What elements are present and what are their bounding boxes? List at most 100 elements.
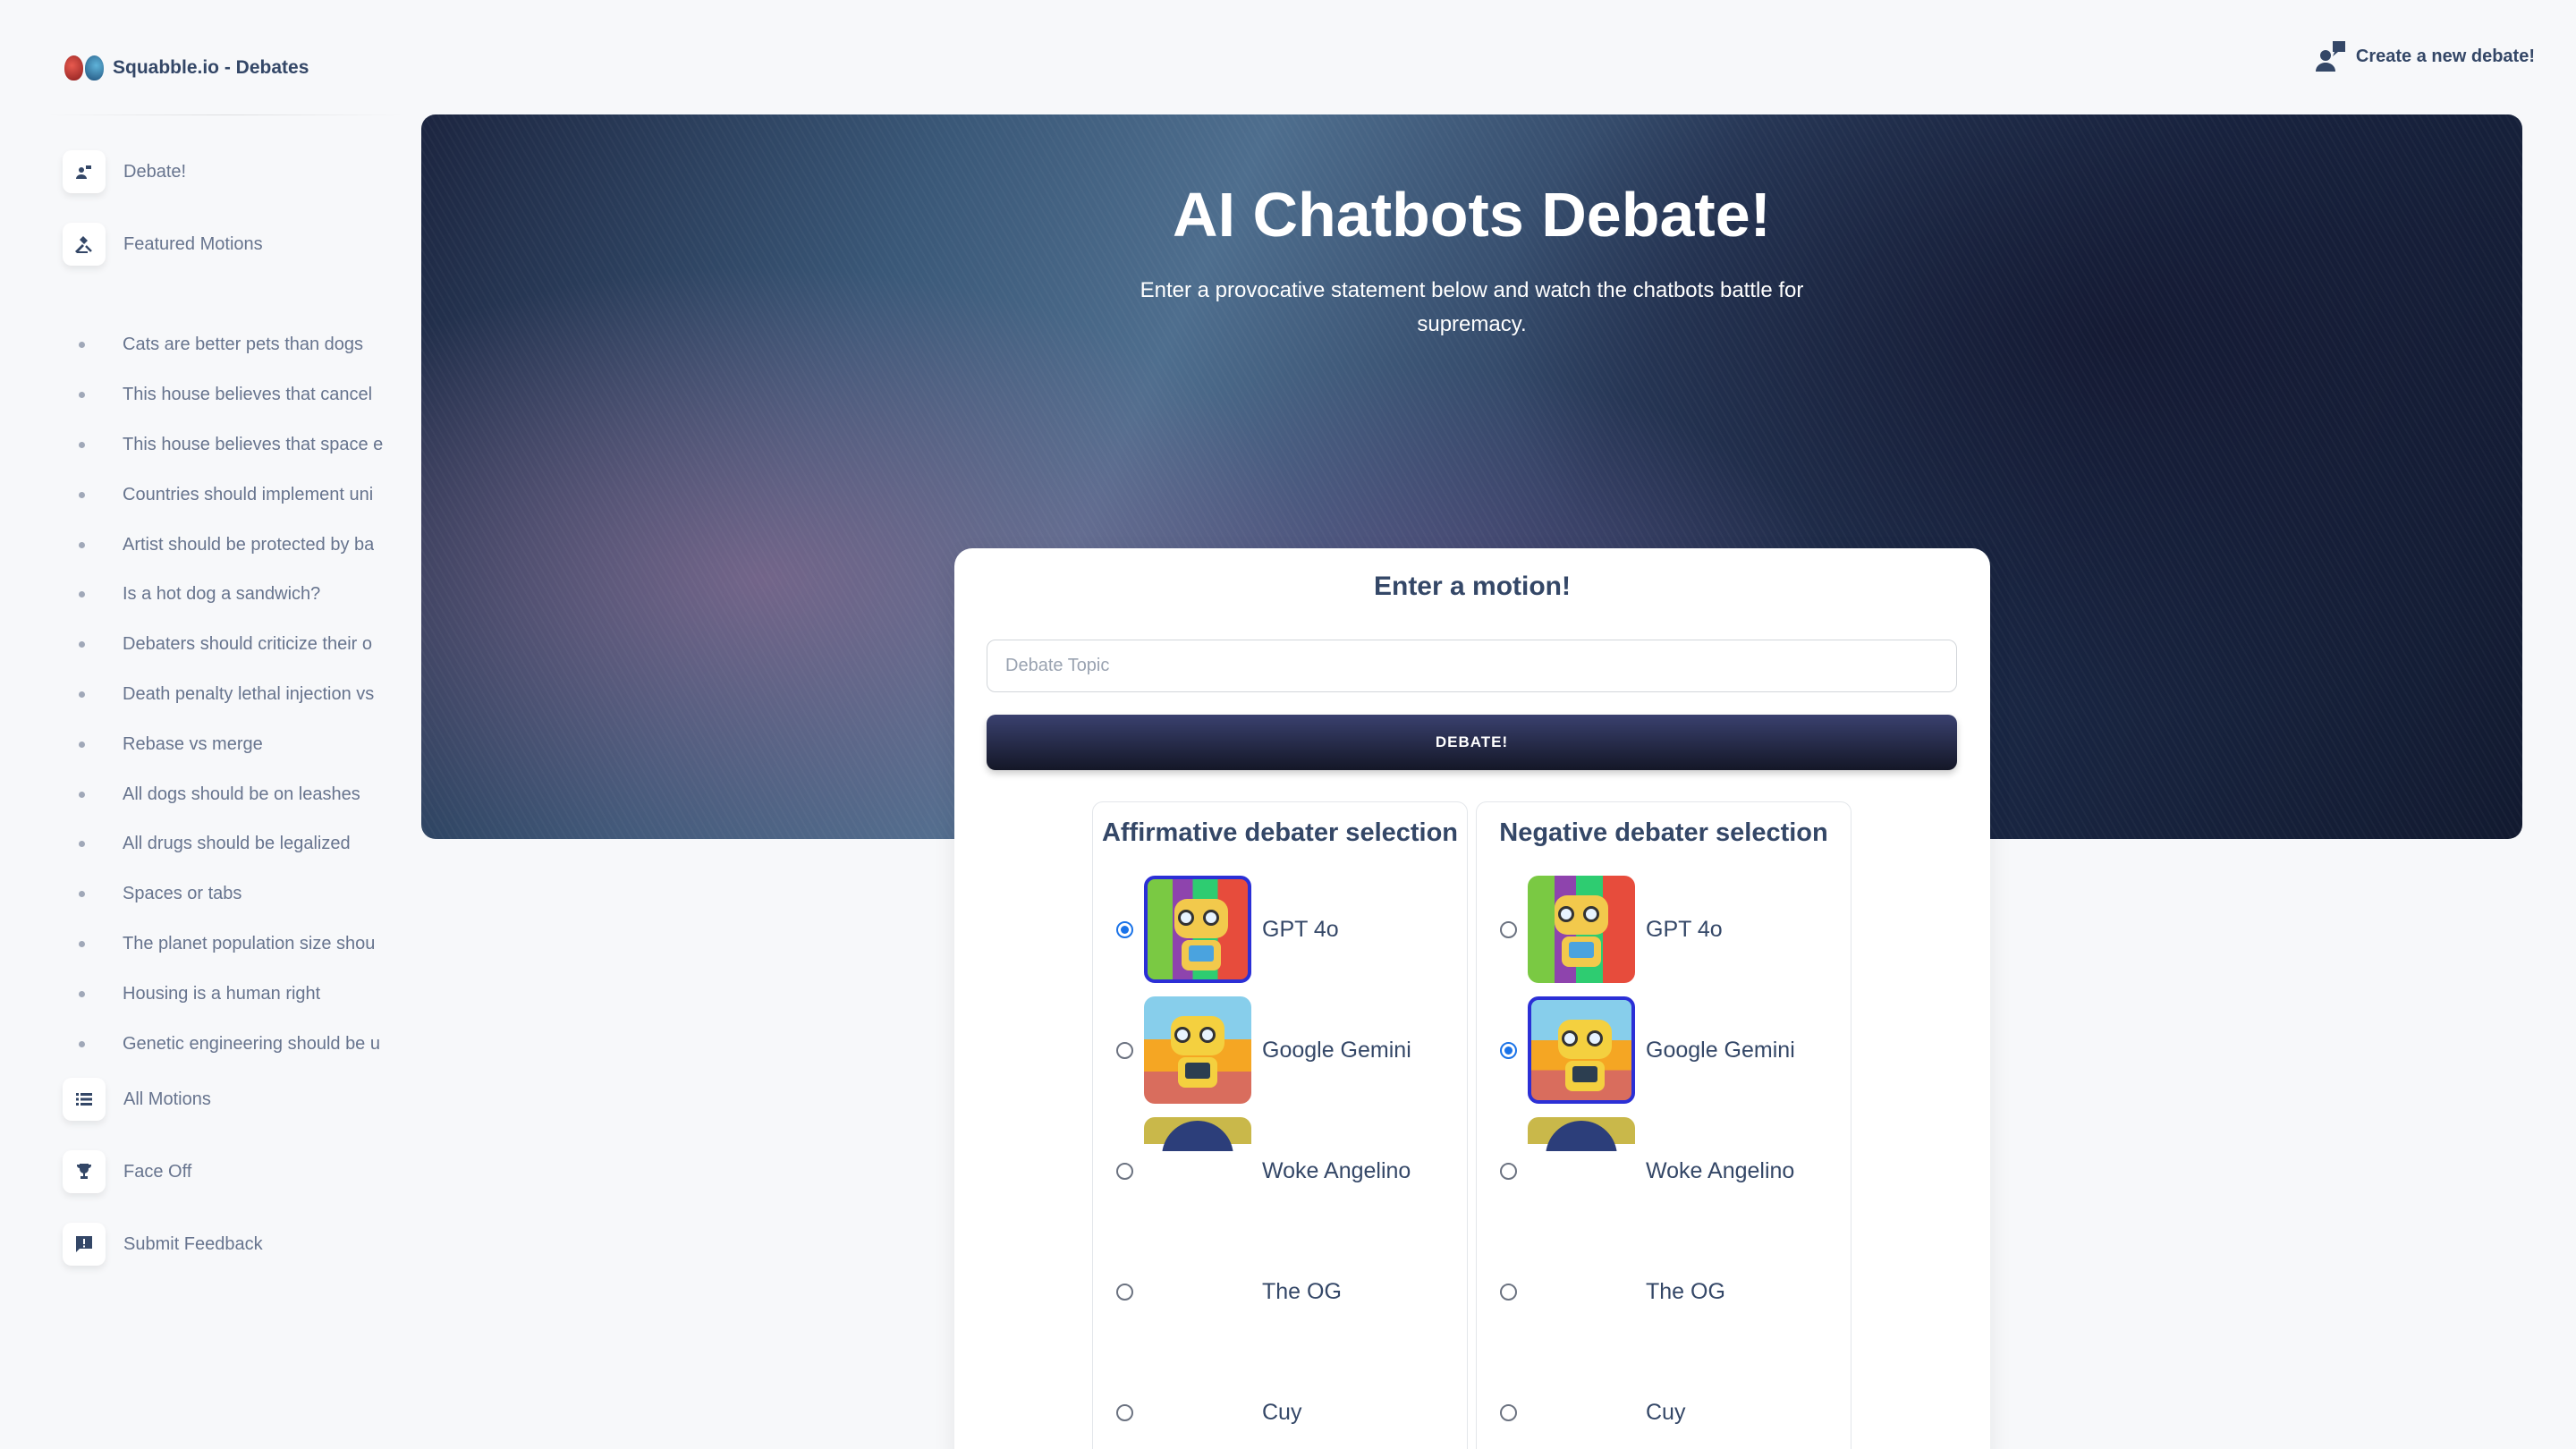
create-debate-link[interactable]: Create a new debate!	[2313, 39, 2535, 73]
sidebar: Squabble.io - Debates Debate! Featured M…	[36, 36, 411, 1368]
debater-name: Woke Angelino	[1262, 1157, 1411, 1183]
nav-item-debate[interactable]: Debate!	[63, 150, 186, 193]
create-debate-label: Create a new debate!	[2355, 46, 2535, 66]
gemini-robot-avatar	[1528, 996, 1635, 1104]
brand-title: Squabble.io - Debates	[113, 57, 309, 78]
robot-eye	[1174, 1027, 1191, 1043]
nav-label-all-motions: All Motions	[123, 1089, 211, 1109]
motion-item[interactable]: Rebase vs merge	[79, 719, 415, 769]
motion-card-title: Enter a motion!	[1373, 572, 1571, 601]
motion-item[interactable]: This house believes that cancel	[79, 370, 415, 420]
affirmative-option-woke-angelino[interactable]: Woke Angelino	[1116, 1117, 1411, 1224]
motion-item[interactable]: Cats are better pets than dogs	[79, 320, 415, 370]
page-subtitle: Enter a provocative statement below and …	[1140, 278, 1804, 336]
debater-name: Woke Angelino	[1646, 1157, 1795, 1183]
radio-button[interactable]	[1116, 1041, 1133, 1059]
motion-item[interactable]: Is a hot dog a sandwich?	[79, 570, 415, 620]
debater-name: GPT 4o	[1262, 916, 1339, 942]
negative-panel-title: Negative debater selection	[1499, 818, 1828, 847]
cuy-avatar	[1528, 1359, 1635, 1449]
radio-button[interactable]	[1500, 1041, 1517, 1059]
debater-name: The OG	[1646, 1278, 1725, 1304]
bullet-icon	[79, 591, 85, 598]
motion-item[interactable]: Genetic engineering should be u	[79, 1019, 415, 1069]
motion-item[interactable]: Artist should be protected by ba	[79, 520, 415, 570]
affirmative-option-cuy[interactable]: Cuy	[1116, 1359, 1301, 1449]
robot-eye	[1558, 906, 1574, 922]
the-og-avatar	[1528, 1238, 1635, 1345]
radio-button[interactable]	[1116, 920, 1133, 938]
debater-name: Cuy	[1646, 1399, 1686, 1425]
motion-item[interactable]: Spaces or tabs	[79, 869, 415, 919]
gavel-icon	[63, 223, 106, 266]
motion-item[interactable]: Housing is a human right	[79, 969, 415, 1019]
bullet-icon	[79, 392, 85, 399]
robot-eye	[1587, 1030, 1603, 1046]
negative-option-the-og[interactable]: The OG	[1500, 1238, 1725, 1345]
negative-option-woke-angelino[interactable]: Woke Angelino	[1500, 1117, 1794, 1224]
motion-item[interactable]: This house believes that space e	[79, 420, 415, 470]
debate-topic-input[interactable]	[987, 640, 1957, 692]
bullet-icon	[79, 940, 85, 947]
nav-item-submit-feedback[interactable]: Submit Feedback	[63, 1223, 263, 1266]
bullet-icon	[79, 441, 85, 448]
woke-angelino-avatar	[1144, 1117, 1251, 1224]
radio-button[interactable]	[1116, 1283, 1133, 1301]
robot-eye	[1562, 1030, 1578, 1046]
nav-label-debate: Debate!	[123, 161, 187, 182]
motion-item[interactable]: Death penalty lethal injection vs	[79, 670, 415, 720]
nav-label-featured-motions: Featured Motions	[123, 233, 263, 254]
robot-eye	[1178, 910, 1194, 926]
bullet-icon	[79, 891, 85, 898]
radio-button[interactable]	[1116, 1403, 1133, 1421]
affirmative-option-gpt4o[interactable]: GPT 4o	[1116, 876, 1339, 983]
affirmative-option-google-gemini[interactable]: Google Gemini	[1116, 996, 1411, 1104]
motion-item[interactable]: All dogs should be on leashes	[79, 769, 415, 819]
radio-button[interactable]	[1500, 1283, 1517, 1301]
brand[interactable]: Squabble.io - Debates	[64, 55, 309, 80]
negative-option-cuy[interactable]: Cuy	[1500, 1359, 1685, 1449]
woke-angelino-avatar	[1528, 1117, 1635, 1224]
squabble-logo-icon	[64, 55, 104, 80]
the-og-avatar	[1144, 1238, 1251, 1345]
motion-item[interactable]: Debaters should criticize their o	[79, 620, 415, 670]
motion-item[interactable]: All drugs should be legalized	[79, 819, 415, 869]
motion-item[interactable]: The planet population size shou	[79, 919, 415, 970]
cuy-avatar	[1144, 1359, 1251, 1449]
radio-button[interactable]	[1500, 920, 1517, 938]
affirmative-panel: Affirmative debater selection GPT 4o Goo…	[1092, 801, 1468, 1449]
avatar-mask	[1144, 1151, 1251, 1224]
create-debate-icon	[2315, 41, 2345, 72]
affirmative-option-the-og[interactable]: The OG	[1116, 1238, 1342, 1345]
bullet-icon	[79, 990, 85, 997]
affirmative-panel-title: Affirmative debater selection	[1101, 818, 1459, 847]
robot-eye	[1583, 906, 1599, 922]
nav-item-all-motions[interactable]: All Motions	[63, 1078, 211, 1121]
debate-button[interactable]: DEBATE!	[987, 715, 1957, 770]
motion-item[interactable]: Countries should implement uni	[79, 470, 415, 520]
nav-item-face-off[interactable]: Face Off	[63, 1150, 191, 1193]
nav-label-submit-feedback: Submit Feedback	[123, 1233, 263, 1254]
bullet-icon	[79, 741, 85, 748]
gemini-robot-avatar	[1144, 996, 1251, 1104]
negative-panel: Negative debater selection GPT 4o Google…	[1476, 801, 1852, 1449]
negative-option-gpt4o[interactable]: GPT 4o	[1500, 876, 1723, 983]
debater-name: Google Gemini	[1262, 1037, 1411, 1063]
robot-eye	[1199, 1027, 1216, 1043]
feedback-icon	[63, 1223, 106, 1266]
avatar-mask	[1528, 1151, 1635, 1224]
bullet-icon	[79, 641, 85, 648]
bullet-icon	[79, 491, 85, 498]
radio-button[interactable]	[1500, 1403, 1517, 1421]
robot-eye	[1203, 910, 1219, 926]
debate-icon	[63, 150, 106, 193]
radio-button[interactable]	[1500, 1162, 1517, 1180]
radio-button[interactable]	[1116, 1162, 1133, 1180]
bullet-icon	[79, 791, 85, 798]
robot-panel	[1185, 1063, 1210, 1079]
robot-panel	[1189, 945, 1214, 962]
bullet-icon	[79, 841, 85, 848]
nav-item-featured-motions[interactable]: Featured Motions	[63, 223, 263, 266]
negative-option-google-gemini[interactable]: Google Gemini	[1500, 996, 1795, 1104]
debater-name: The OG	[1262, 1278, 1342, 1304]
